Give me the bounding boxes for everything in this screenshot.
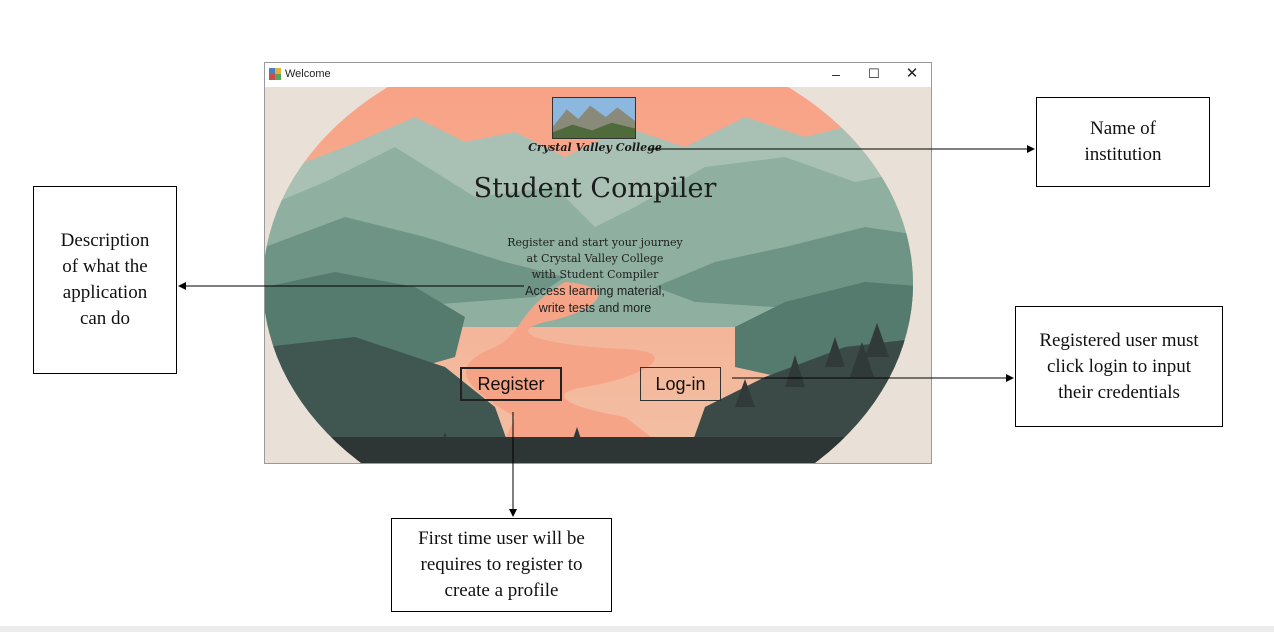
annotation-arrows <box>178 145 1035 517</box>
